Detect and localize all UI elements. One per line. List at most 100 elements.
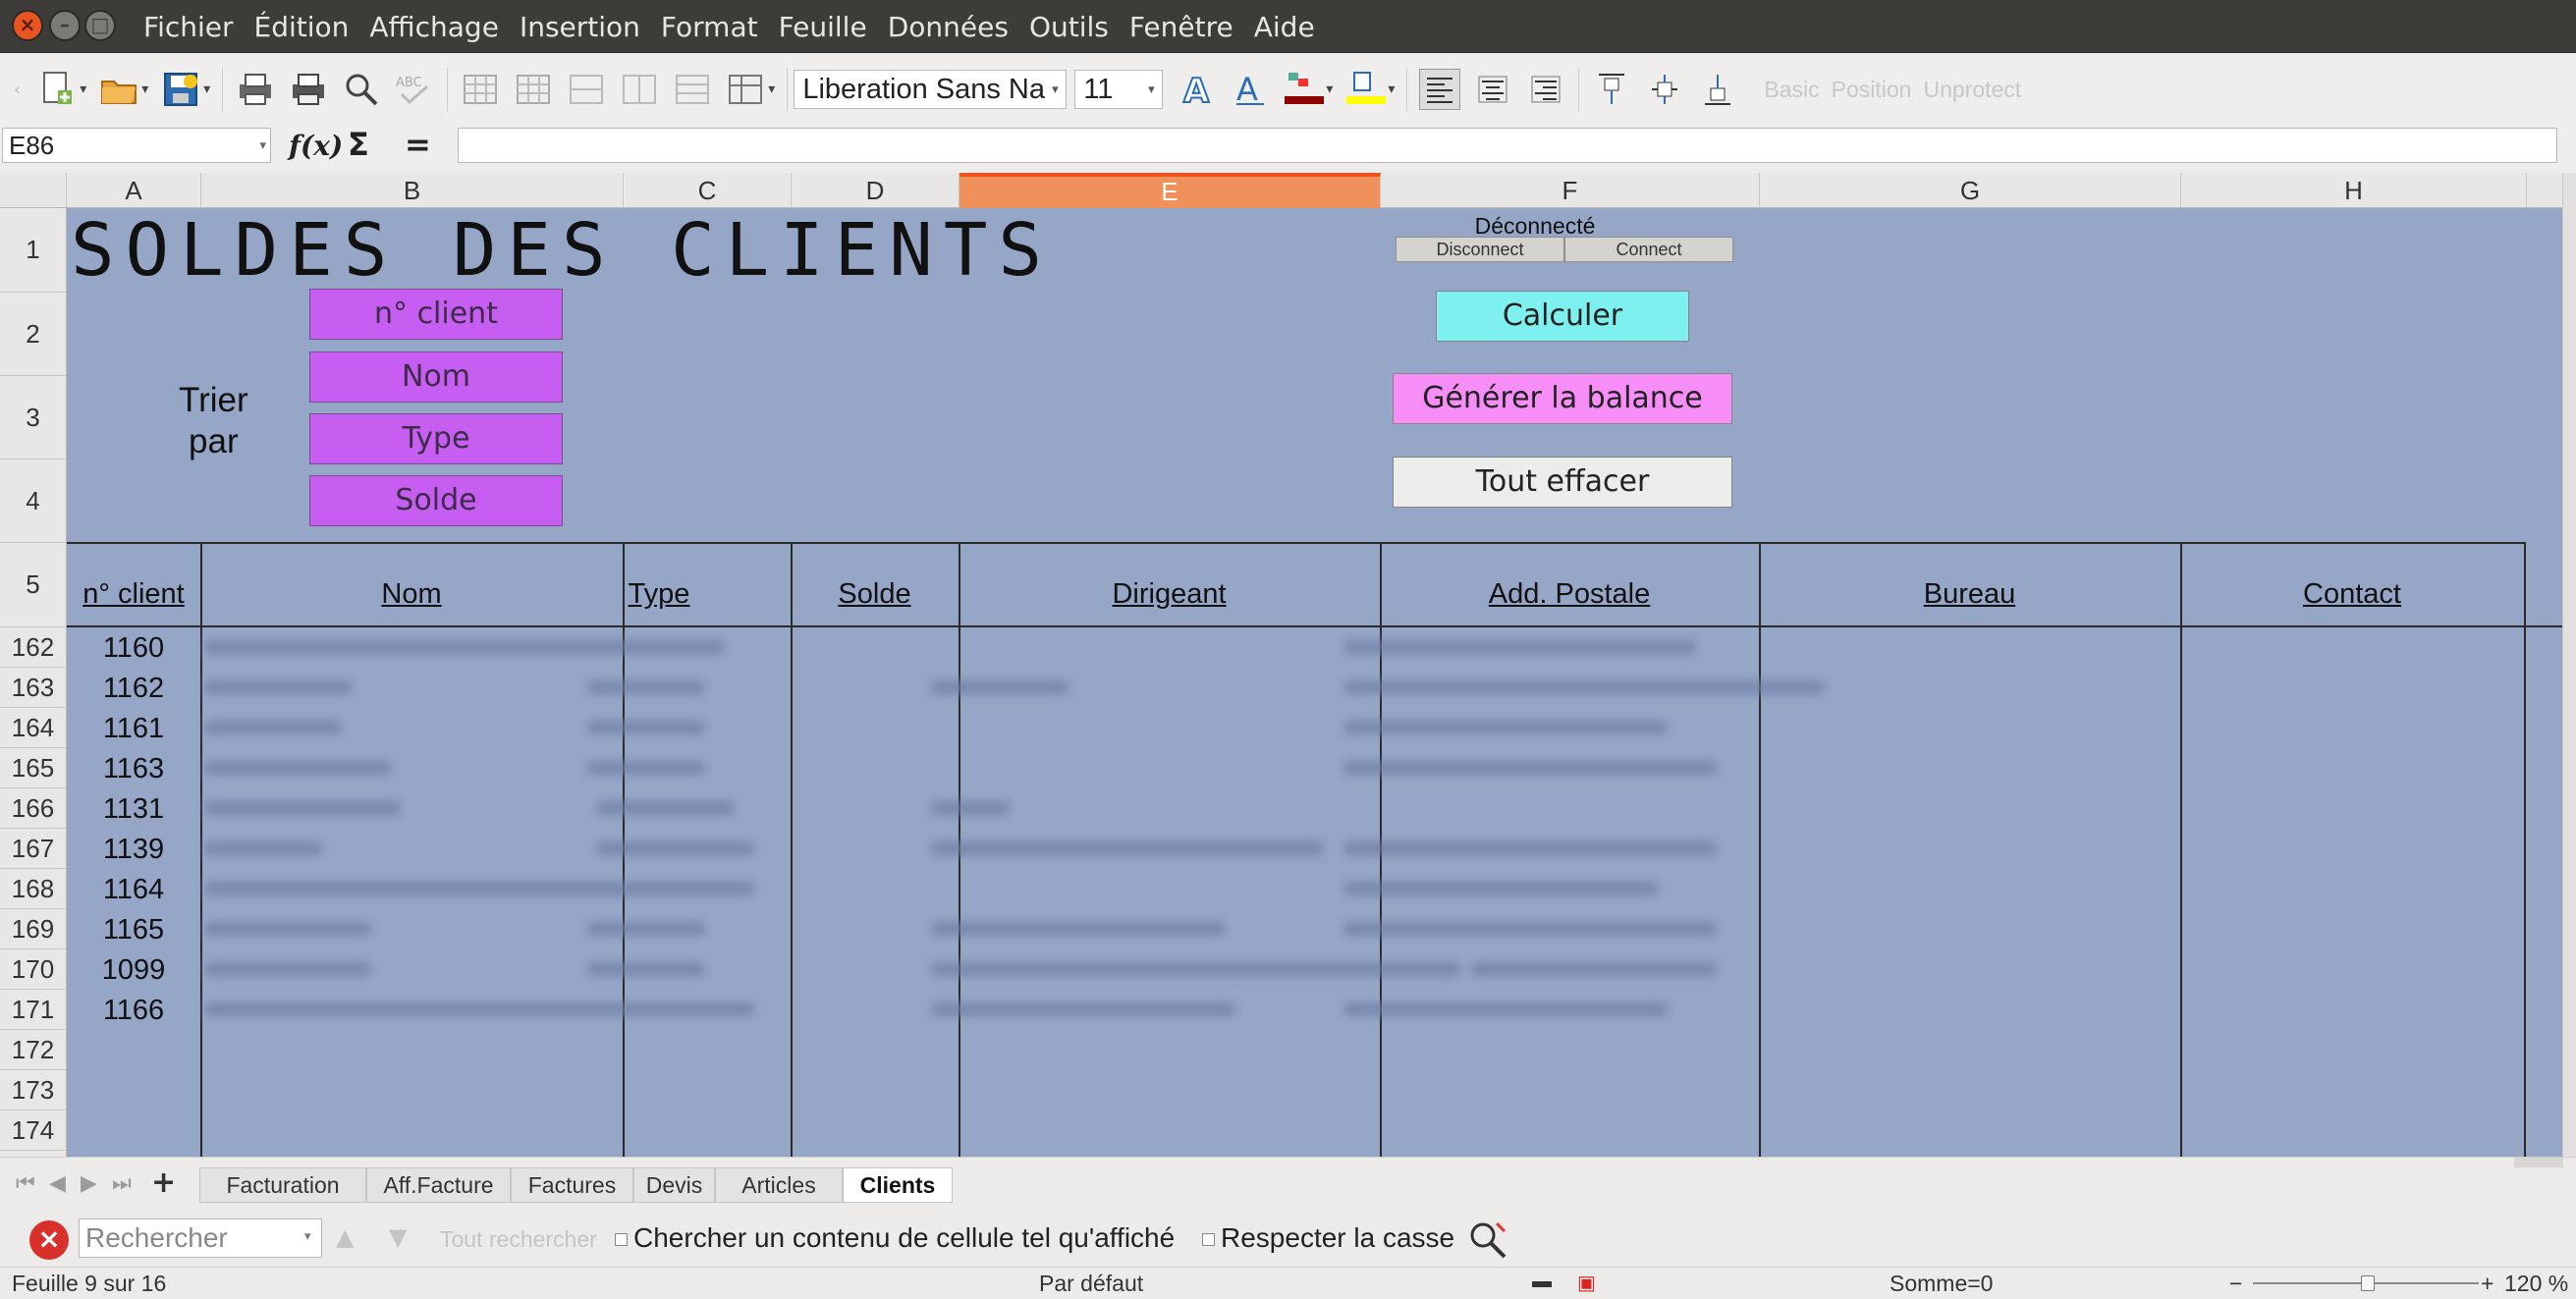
save-dropdown-icon[interactable]: ▾ (203, 81, 210, 97)
find-previous-icon[interactable]: ▲ (336, 1223, 354, 1251)
sheet-grid[interactable]: SOLDES DES CLIENTS Trier par n° client N… (67, 208, 2562, 1157)
find-next-icon[interactable]: ▼ (389, 1223, 407, 1251)
last-sheet-icon[interactable]: ⏭ (112, 1171, 132, 1196)
client-id-cell[interactable]: 1162 (67, 673, 200, 705)
insert-cols-icon[interactable] (619, 69, 660, 110)
row-header[interactable]: 2 (0, 293, 66, 376)
sort-by-client-button[interactable]: n° client (309, 289, 563, 340)
close-find-icon[interactable]: × (29, 1220, 69, 1260)
align-right-icon[interactable] (1525, 69, 1566, 110)
function-wizard-icon[interactable]: f(x) (289, 130, 343, 162)
menu-insertion[interactable]: Insertion (520, 11, 640, 43)
equals-icon[interactable]: = (405, 126, 431, 163)
tab-factures[interactable]: Factures (511, 1167, 633, 1203)
row-header[interactable]: 1 (0, 208, 66, 293)
minimize-window-button[interactable]: – (49, 10, 81, 41)
menu-feuille[interactable]: Feuille (779, 11, 867, 43)
row-header[interactable]: 165 (0, 748, 66, 788)
row-header[interactable]: 163 (0, 668, 66, 708)
column-header-h[interactable]: H (2181, 173, 2527, 208)
match-case-option[interactable]: Respecter la casse (1202, 1222, 1454, 1254)
menu-fichier[interactable]: Fichier (143, 11, 234, 43)
unprotect-label[interactable]: Unprotect (1923, 77, 2021, 103)
menu-edition[interactable]: Édition (254, 11, 350, 43)
menu-outils[interactable]: Outils (1029, 11, 1109, 43)
row-header[interactable]: 172 (0, 1030, 66, 1070)
menu-aide[interactable]: Aide (1254, 11, 1315, 43)
font-color-icon[interactable] (1283, 69, 1325, 110)
chevron-down-icon[interactable]: ▾ (304, 1229, 311, 1244)
checkbox[interactable] (1202, 1233, 1215, 1247)
zoom-out-icon[interactable]: − (2229, 1271, 2242, 1297)
connect-button[interactable]: Connect (1564, 237, 1733, 262)
column-header-g[interactable]: G (1760, 173, 2181, 208)
find-replace-icon[interactable] (1467, 1219, 1510, 1259)
calculate-button[interactable]: Calculer (1436, 291, 1689, 342)
row-header[interactable]: 174 (0, 1110, 66, 1151)
highlight-color-icon[interactable] (1344, 69, 1387, 110)
row-header[interactable]: 171 (0, 990, 66, 1030)
print-preview-icon[interactable] (341, 69, 382, 110)
align-top-icon[interactable] (1591, 69, 1632, 110)
sum-icon[interactable]: Σ (348, 126, 369, 163)
row-header[interactable]: 3 (0, 376, 66, 460)
next-sheet-icon[interactable]: ▶ (81, 1171, 97, 1196)
basic-label[interactable]: Basic (1764, 77, 1819, 103)
align-left-icon[interactable] (1419, 69, 1461, 110)
sort-by-name-button[interactable]: Nom (309, 352, 563, 403)
tab-articles[interactable]: Articles (715, 1167, 843, 1203)
column-header-a[interactable]: A (67, 173, 201, 208)
sort-by-type-button[interactable]: Type (309, 413, 563, 464)
previous-sheet-icon[interactable]: ◀ (49, 1171, 66, 1196)
name-box[interactable]: E86 ▾ (2, 128, 271, 163)
find-all-button[interactable]: Tout rechercher (440, 1226, 597, 1253)
menu-fenetre[interactable]: Fenêtre (1129, 11, 1233, 43)
chevron-down-icon[interactable]: ▾ (1142, 71, 1161, 108)
save-icon[interactable] (160, 69, 201, 110)
find-input[interactable]: Rechercher (79, 1218, 322, 1258)
row-header[interactable]: 168 (0, 869, 66, 909)
insert-rows-icon[interactable] (566, 69, 607, 110)
font-shadow-icon[interactable]: A (1230, 69, 1271, 110)
selection-mode-icon[interactable]: ▬ (1532, 1271, 1552, 1293)
vertical-scrollbar[interactable] (2562, 173, 2576, 1157)
align-bottom-icon[interactable] (1697, 69, 1738, 110)
tab-devis[interactable]: Devis (633, 1167, 715, 1203)
checkbox[interactable] (615, 1233, 628, 1247)
row-header[interactable]: 167 (0, 829, 66, 869)
chevron-down-icon[interactable]: ▾ (259, 129, 266, 162)
column-header-c[interactable]: C (624, 173, 792, 208)
open-folder-icon[interactable] (98, 69, 139, 110)
column-header-e[interactable]: E (959, 173, 1381, 208)
font-color-dropdown-icon[interactable]: ▾ (1326, 81, 1333, 97)
open-dropdown-icon[interactable]: ▾ (141, 81, 148, 97)
client-id-cell[interactable]: 1099 (67, 954, 200, 987)
client-id-cell[interactable]: 1139 (67, 834, 200, 866)
sort-by-balance-button[interactable]: Solde (309, 475, 563, 526)
column-header-b[interactable]: B (201, 173, 624, 208)
row-header[interactable]: 164 (0, 708, 66, 748)
new-dropdown-icon[interactable]: ▾ (80, 81, 86, 97)
row-header[interactable]: 5 (0, 543, 66, 627)
row-header[interactable]: 166 (0, 788, 66, 829)
row-icon[interactable] (460, 69, 501, 110)
column-header-f[interactable]: F (1381, 173, 1760, 208)
column-header-d[interactable]: D (792, 173, 959, 208)
select-all-corner[interactable] (0, 173, 67, 208)
export-pdf-icon[interactable] (235, 69, 276, 110)
zoom-in-icon[interactable]: + (2481, 1271, 2494, 1297)
close-window-button[interactable]: × (12, 10, 43, 41)
row-header[interactable]: 4 (0, 460, 66, 543)
align-center-icon[interactable] (1472, 69, 1513, 110)
font-outline-icon[interactable]: A (1177, 69, 1218, 110)
freeze-panes-icon[interactable] (725, 69, 766, 110)
column-icon[interactable] (513, 69, 554, 110)
formula-input[interactable] (458, 128, 2557, 163)
client-id-cell[interactable]: 1163 (67, 753, 200, 785)
client-id-cell[interactable]: 1164 (67, 874, 200, 906)
position-label[interactable]: Position (1832, 77, 1912, 103)
row-header[interactable]: 169 (0, 909, 66, 949)
generate-balance-button[interactable]: Générer la balance (1393, 373, 1732, 424)
chevron-down-icon[interactable]: ▾ (1046, 71, 1065, 108)
delete-rows-icon[interactable] (672, 69, 713, 110)
